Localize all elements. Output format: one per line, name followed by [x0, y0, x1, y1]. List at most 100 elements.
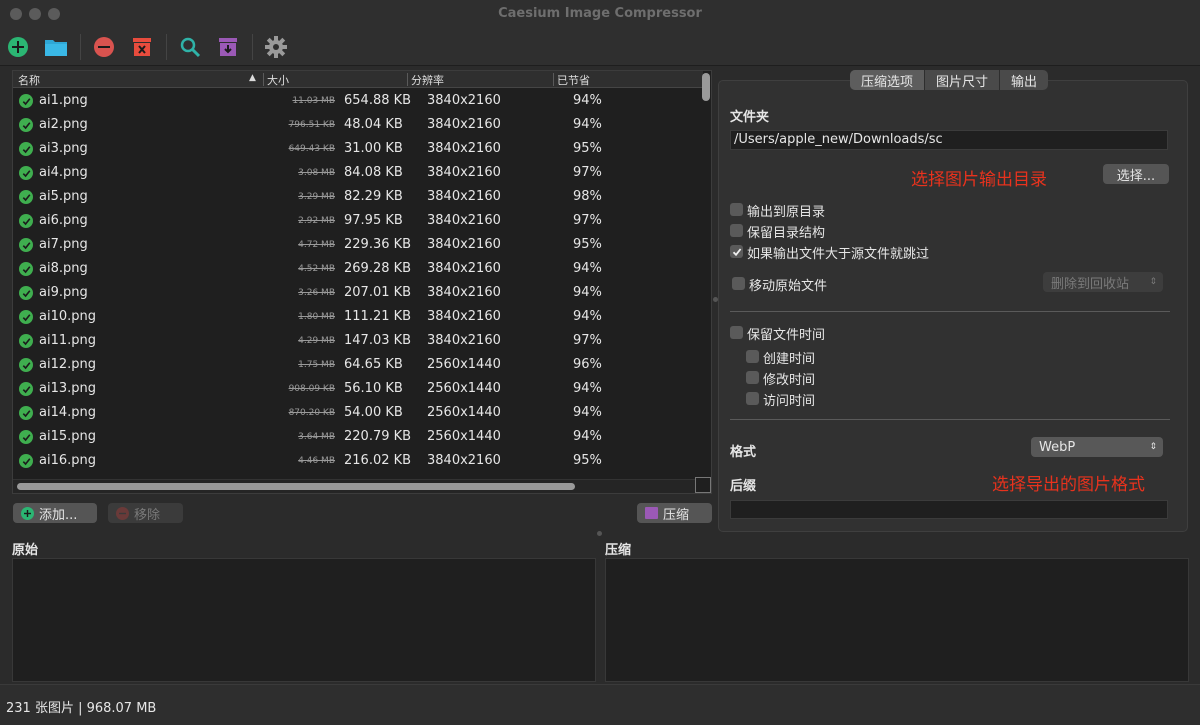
- saved-percent: 98%: [573, 189, 602, 204]
- created-date-checkbox[interactable]: [746, 350, 759, 363]
- open-folder-button[interactable]: [42, 33, 70, 61]
- table-row[interactable]: ai1.png 11.03 MB 654.88 KB 3840x2160 94%: [13, 89, 703, 113]
- original-preview-label: 原始: [12, 543, 39, 558]
- resolution: 3840x2160: [427, 237, 501, 252]
- annotation-format: 选择导出的图片格式: [992, 475, 1145, 495]
- choose-folder-button[interactable]: 选择...: [1103, 164, 1169, 184]
- success-check-icon: [19, 262, 33, 276]
- compressed-size: 229.36 KB: [344, 237, 412, 252]
- original-size: 2.92 MB: [298, 216, 335, 226]
- column-divider: [263, 73, 264, 86]
- checkmark-icon: [732, 247, 741, 256]
- table-row[interactable]: ai15.png 3.64 MB 220.79 KB 2560x1440 94%: [13, 425, 703, 449]
- saved-percent: 96%: [573, 357, 602, 372]
- import-icon: [219, 38, 237, 56]
- compressed-size: 97.95 KB: [344, 213, 403, 228]
- accessed-date-checkbox[interactable]: [746, 392, 759, 405]
- original-size: 870.20 KB: [288, 408, 335, 418]
- vertical-scrollbar[interactable]: [702, 73, 710, 101]
- compressed-preview-label: 压缩: [605, 543, 632, 558]
- compress-toolbar-button[interactable]: [214, 33, 242, 61]
- saved-percent: 97%: [573, 333, 602, 348]
- output-to-source-checkbox[interactable]: [730, 203, 743, 216]
- chevron-updown-icon: ⇕: [1149, 442, 1157, 452]
- resolution: 3840x2160: [427, 309, 501, 324]
- toolbar: [0, 28, 1200, 66]
- move-original-label: 移动原始文件: [749, 279, 828, 294]
- vertical-splitter-handle[interactable]: [713, 297, 718, 302]
- column-header-saved[interactable]: 已节省: [557, 72, 590, 88]
- remove-button[interactable]: 移除: [108, 503, 183, 523]
- table-row[interactable]: ai3.png 649.43 KB 31.00 KB 3840x2160 95%: [13, 137, 703, 161]
- success-check-icon: [19, 382, 33, 396]
- original-size: 908.09 KB: [288, 384, 335, 394]
- table-row[interactable]: ai4.png 3.08 MB 84.08 KB 3840x2160 97%: [13, 161, 703, 185]
- add-files-button[interactable]: [4, 33, 32, 61]
- compressed-size: 84.08 KB: [344, 165, 403, 180]
- modified-date-checkbox[interactable]: [746, 371, 759, 384]
- file-name: ai11.png: [39, 333, 96, 348]
- scroll-corner: [695, 477, 711, 493]
- file-name: ai4.png: [39, 165, 88, 180]
- move-target-select[interactable]: 删除到回收站 ⇕: [1043, 272, 1163, 292]
- saved-percent: 94%: [573, 117, 602, 132]
- tab-compression-options[interactable]: 压缩选项: [850, 70, 926, 90]
- resolution: 3840x2160: [427, 117, 501, 132]
- table-row[interactable]: ai13.png 908.09 KB 56.10 KB 2560x1440 94%: [13, 377, 703, 401]
- add-button[interactable]: 添加...: [13, 503, 97, 523]
- table-row[interactable]: ai2.png 796.51 KB 48.04 KB 3840x2160 94%: [13, 113, 703, 137]
- file-name: ai5.png: [39, 189, 88, 204]
- preview-button[interactable]: [176, 33, 204, 61]
- horizontal-scrollbar[interactable]: [17, 483, 575, 490]
- add-icon: [21, 506, 34, 520]
- suffix-input[interactable]: [730, 500, 1168, 519]
- options-tabs: 压缩选项 图片尺寸 输出: [850, 70, 1049, 90]
- output-folder-field[interactable]: /Users/apple_new/Downloads/sc: [730, 130, 1168, 150]
- folder-icon: [45, 40, 67, 56]
- skip-if-larger-label: 如果输出文件大于源文件就跳过: [747, 247, 930, 262]
- format-select[interactable]: WebP ⇕: [1031, 437, 1163, 457]
- column-divider: [553, 73, 554, 86]
- table-row[interactable]: ai6.png 2.92 MB 97.95 KB 3840x2160 97%: [13, 209, 703, 233]
- output-to-source-label: 输出到原目录: [747, 205, 826, 220]
- horizontal-scroll-track: [13, 479, 697, 493]
- table-row[interactable]: ai8.png 4.52 MB 269.28 KB 3840x2160 94%: [13, 257, 703, 281]
- table-row[interactable]: ai7.png 4.72 MB 229.36 KB 3840x2160 95%: [13, 233, 703, 257]
- resolution: 3840x2160: [427, 141, 501, 156]
- table-row[interactable]: ai11.png 4.29 MB 147.03 KB 3840x2160 97%: [13, 329, 703, 353]
- saved-percent: 94%: [573, 429, 602, 444]
- table-row[interactable]: ai16.png 4.46 MB 216.02 KB 3840x2160 95%: [13, 449, 703, 473]
- column-header-name[interactable]: 名称: [18, 72, 40, 88]
- remove-files-button[interactable]: [90, 33, 118, 61]
- skip-if-larger-checkbox[interactable]: [730, 245, 743, 258]
- table-row[interactable]: ai12.png 1.75 MB 64.65 KB 2560x1440 96%: [13, 353, 703, 377]
- keep-structure-checkbox[interactable]: [730, 224, 743, 237]
- original-size: 3.08 MB: [298, 168, 335, 178]
- settings-button[interactable]: [262, 33, 290, 61]
- move-original-checkbox[interactable]: [732, 277, 745, 290]
- success-check-icon: [19, 214, 33, 228]
- saved-percent: 95%: [573, 237, 602, 252]
- horizontal-splitter-handle[interactable]: [597, 531, 602, 536]
- table-row[interactable]: ai14.png 870.20 KB 54.00 KB 2560x1440 94%: [13, 401, 703, 425]
- status-bar: 231 张图片 | 968.07 MB: [0, 684, 1200, 725]
- resolution: 3840x2160: [427, 261, 501, 276]
- title-bar: Caesium Image Compressor: [0, 0, 1200, 28]
- suffix-label: 后缀: [730, 479, 757, 494]
- remove-button-label: 移除: [134, 507, 161, 523]
- column-header-size[interactable]: 大小: [267, 72, 289, 88]
- tab-image-size[interactable]: 图片尺寸: [925, 70, 1001, 90]
- window-title: Caesium Image Compressor: [498, 6, 702, 21]
- file-name: ai16.png: [39, 453, 96, 468]
- clear-list-button[interactable]: [128, 33, 156, 61]
- table-row[interactable]: ai10.png 1.80 MB 111.21 KB 3840x2160 94%: [13, 305, 703, 329]
- tab-output[interactable]: 输出: [1000, 70, 1048, 90]
- keep-dates-checkbox[interactable]: [730, 326, 743, 339]
- success-check-icon: [19, 430, 33, 444]
- column-header-resolution[interactable]: 分辨率: [411, 72, 444, 88]
- compress-button[interactable]: 压缩: [637, 503, 712, 523]
- table-row[interactable]: ai5.png 3.29 MB 82.29 KB 3840x2160 98%: [13, 185, 703, 209]
- clear-icon: [133, 38, 151, 56]
- table-row[interactable]: ai9.png 3.26 MB 207.01 KB 3840x2160 94%: [13, 281, 703, 305]
- saved-percent: 97%: [573, 213, 602, 228]
